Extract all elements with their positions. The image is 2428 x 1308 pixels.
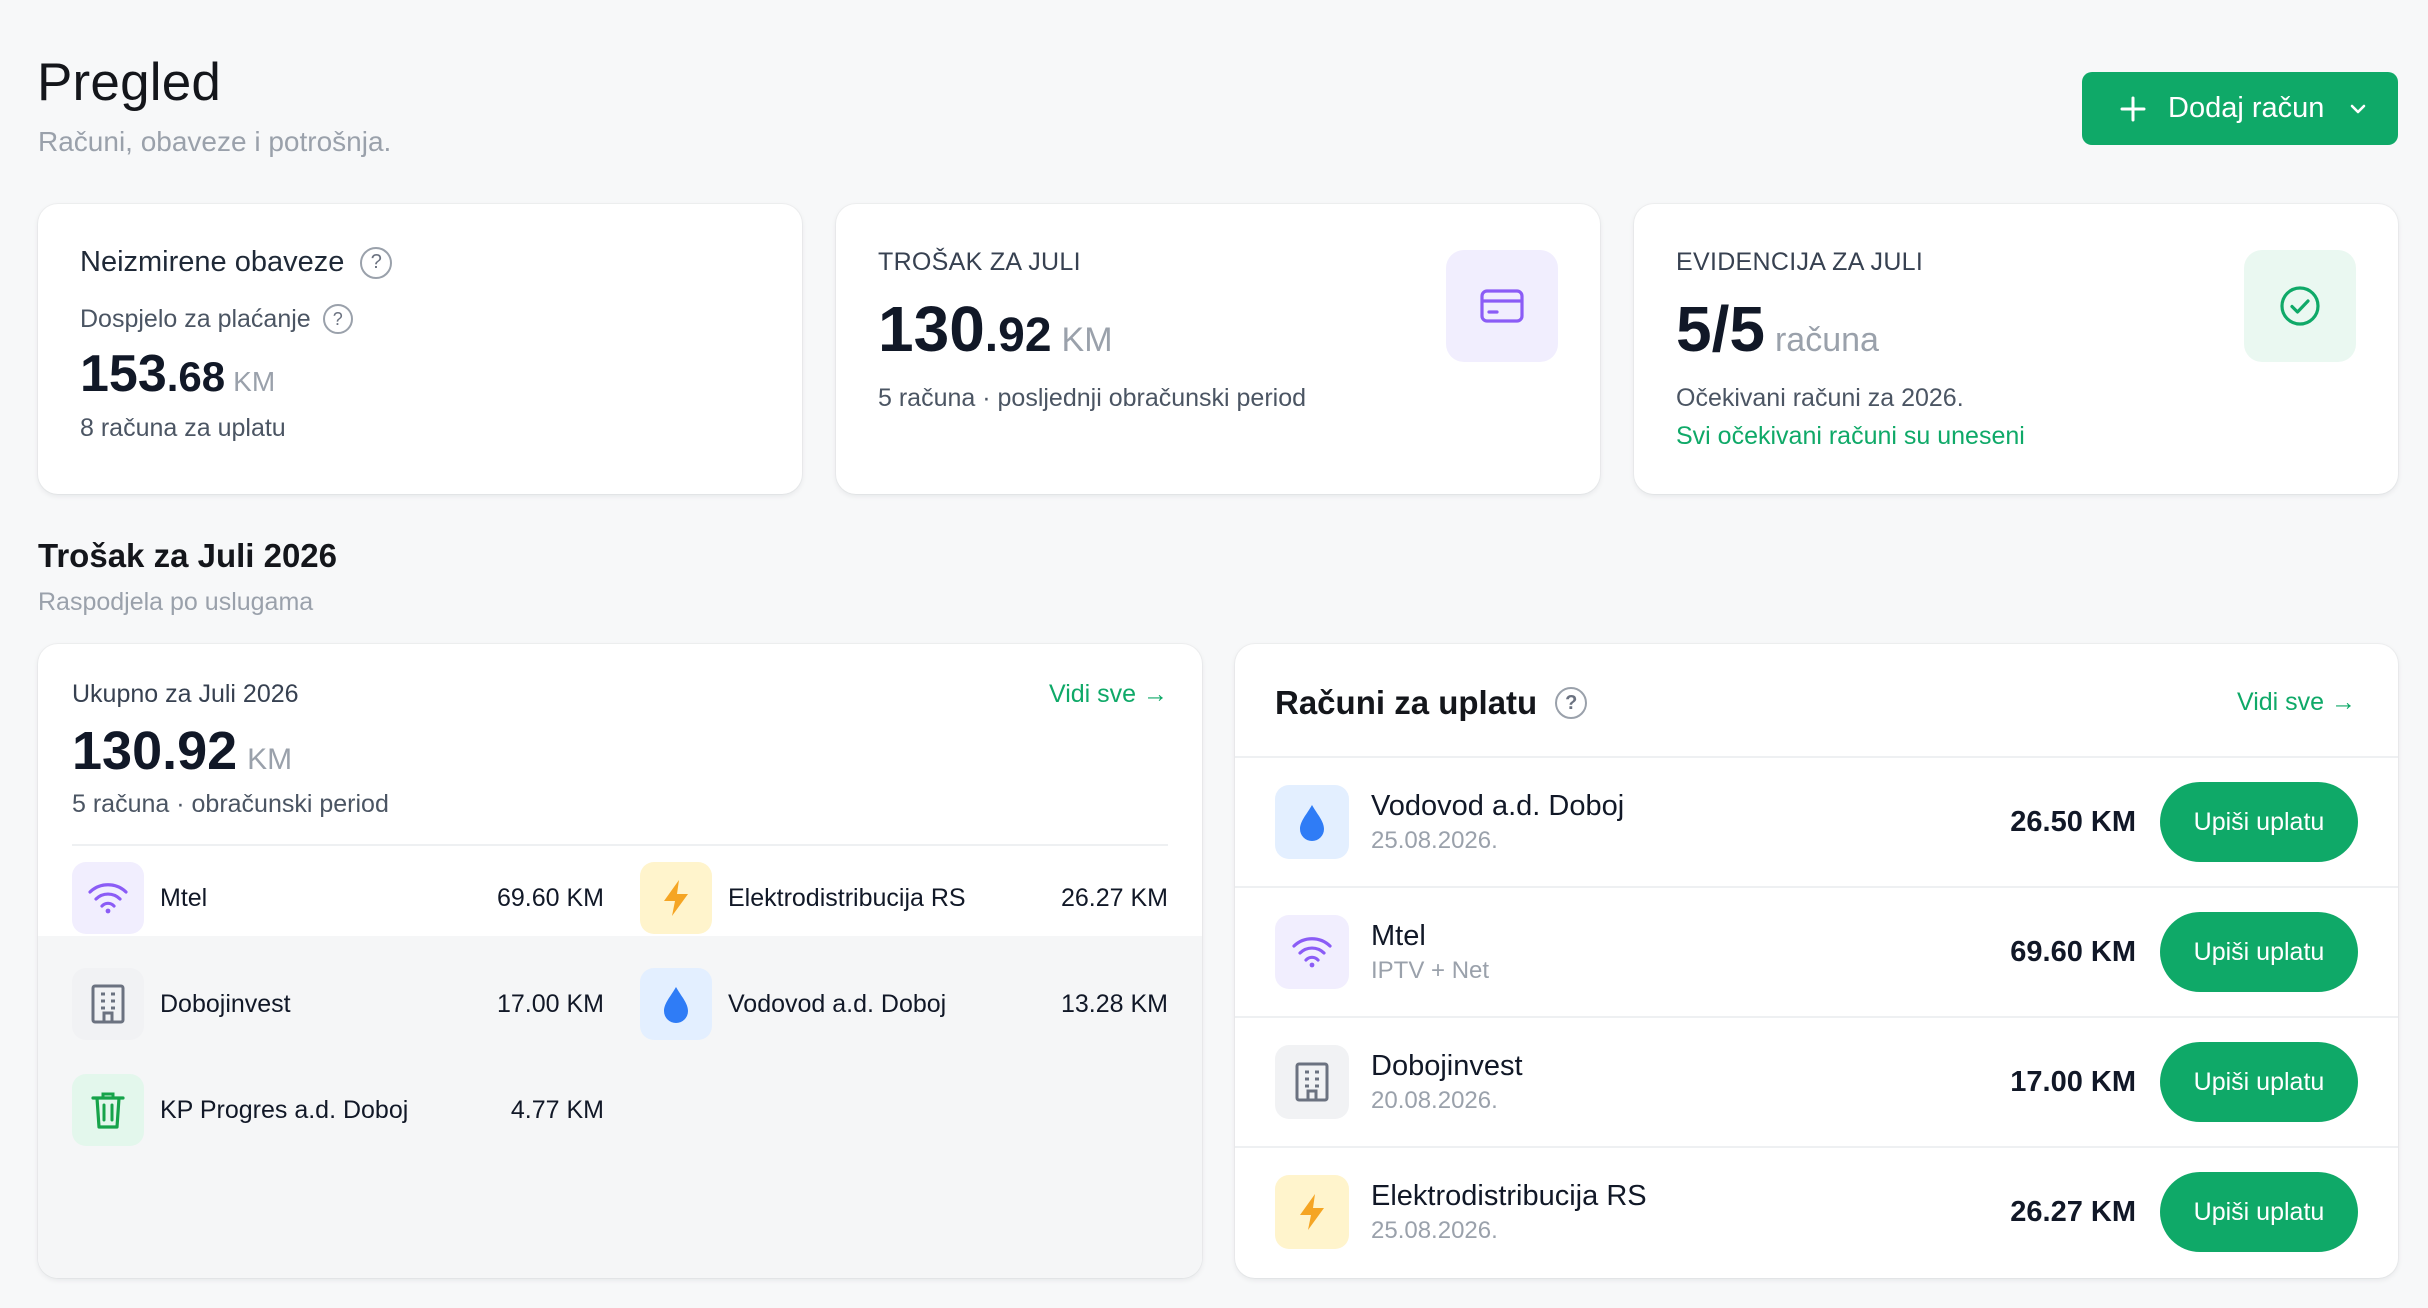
cost-sub: 5 računa · posljednji obračunski period	[878, 384, 1307, 412]
pay-button[interactable]: Upiši uplatu	[2160, 782, 2358, 862]
service-item[interactable]: Mtel 69.60 KM	[72, 862, 604, 934]
add-bill-label: Dodaj račun	[2168, 92, 2325, 124]
building-icon	[72, 968, 144, 1040]
bill-info: Vodovod a.d. Doboj 25.08.2026.	[1371, 790, 2010, 855]
amount-dec: .92	[984, 309, 1052, 362]
service-item[interactable]: Dobojinvest 17.00 KM	[72, 968, 604, 1040]
bill-row: Elektrodistribucija RS 25.08.2026. 26.27…	[1235, 1146, 2398, 1276]
pay-button[interactable]: Upiši uplatu	[2160, 912, 2358, 992]
service-value: 69.60 KM	[496, 883, 604, 912]
service-name: Elektrodistribucija RS	[728, 883, 966, 912]
lightning-icon	[640, 862, 712, 934]
view-all-link[interactable]: Vidi sve →	[2237, 688, 2356, 717]
bill-row: Dobojinvest 20.08.2026. 17.00 KM Upiši u…	[1235, 1016, 2398, 1146]
cost-label: TROŠAK ZA JULI	[878, 248, 1081, 276]
bill-name: Mtel	[1371, 919, 1426, 952]
due-label: Dospjelo za plaćanje	[80, 304, 311, 333]
bill-row: Vodovod a.d. Doboj 25.08.2026. 26.50 KM …	[1235, 756, 2398, 886]
add-bill-button[interactable]: Dodaj račun	[2082, 72, 2398, 145]
records-status: Svi očekivani računi su uneseni	[1676, 422, 2025, 450]
amount-int: 153	[80, 345, 167, 403]
amount-dec: .68	[166, 353, 226, 400]
bills-title: Računi za uplatu	[1275, 684, 1538, 721]
divider	[72, 844, 1168, 846]
bill-detail: 20.08.2026.	[1371, 1086, 1498, 1114]
lightning-icon	[1275, 1175, 1349, 1249]
bill-info: Dobojinvest 20.08.2026.	[1371, 1050, 2010, 1115]
bill-amount: 26.50 KM	[2010, 805, 2136, 838]
check-circle-icon	[2244, 250, 2356, 362]
cost-amount: 130.92 KM	[878, 292, 1113, 366]
records-count: 5/5	[1676, 293, 1765, 365]
currency: KM	[1061, 321, 1113, 359]
currency: KM	[247, 743, 293, 776]
bill-info: Elektrodistribucija RS 25.08.2026.	[1371, 1180, 2010, 1245]
service-name: Vodovod a.d. Doboj	[728, 989, 947, 1018]
bill-name: Dobojinvest	[1371, 1049, 1523, 1082]
cost-card: TROŠAK ZA JULI 130.92 KM 5 računa · poslj…	[836, 204, 1600, 494]
plus-icon	[2116, 92, 2150, 126]
service-item[interactable]: Elektrodistribucija RS 26.27 KM	[640, 862, 1168, 934]
breakdown-sub: 5 računa · obračunski period	[72, 790, 389, 818]
outstanding-amount: 153.68 KM	[80, 344, 275, 404]
service-item[interactable]: Vodovod a.d. Doboj 13.28 KM	[640, 968, 1168, 1040]
bill-detail: 25.08.2026.	[1371, 826, 1498, 854]
service-value: 4.77 KM	[510, 1095, 604, 1124]
bill-detail: IPTV + Net	[1371, 956, 1490, 984]
bill-amount: 69.60 KM	[2010, 935, 2136, 968]
chevron-down-icon	[2348, 99, 2368, 119]
section-subtitle: Raspodjela po uslugama	[38, 588, 314, 616]
outstanding-count: 8 računa za uplatu	[80, 414, 286, 442]
bills-card: Računi za uplatu ? Vidi sve → Vodovod a.…	[1235, 644, 2398, 1278]
bill-amount: 26.27 KM	[2010, 1195, 2136, 1228]
service-name: KP Progres a.d. Doboj	[160, 1095, 409, 1124]
service-item[interactable]: KP Progres a.d. Doboj 4.77 KM	[72, 1074, 604, 1146]
page-title: Pregled	[37, 53, 222, 112]
trash-icon	[72, 1074, 144, 1146]
records-card: EVIDENCIJA ZA JULI 5/5 računa Očekivani r…	[1634, 204, 2398, 494]
outstanding-title-row: Neizmirene obaveze ?	[80, 246, 393, 279]
bill-name: Elektrodistribucija RS	[1371, 1179, 1647, 1212]
due-row: Dospjelo za plaćanje ?	[80, 304, 353, 334]
pay-button[interactable]: Upiši uplatu	[2160, 1042, 2358, 1122]
breakdown-amount: 130.92 KM	[72, 720, 292, 782]
bill-detail: 25.08.2026.	[1371, 1216, 1498, 1244]
wifi-icon	[72, 862, 144, 934]
section-title: Trošak za Juli 2026	[38, 537, 338, 574]
service-value: 17.00 KM	[496, 989, 604, 1018]
service-value: 26.27 KM	[1060, 883, 1168, 912]
pay-button[interactable]: Upiši uplatu	[2160, 1172, 2358, 1252]
water-drop-icon	[640, 968, 712, 1040]
bill-info: Mtel IPTV + Net	[1371, 920, 2010, 985]
bill-name: Vodovod a.d. Doboj	[1371, 789, 1625, 822]
help-icon[interactable]: ?	[322, 304, 353, 334]
page-subtitle: Računi, obaveze i potrošnja.	[38, 126, 392, 157]
amount-value: 130.92	[72, 721, 238, 781]
bill-amount: 17.00 KM	[2010, 1065, 2136, 1098]
view-all-link[interactable]: Vidi sve →	[1049, 680, 1168, 709]
amount-int: 130	[878, 293, 985, 365]
wifi-icon	[1275, 915, 1349, 989]
records-label: EVIDENCIJA ZA JULI	[1676, 248, 1924, 276]
service-name: Dobojinvest	[160, 989, 291, 1018]
breakdown-label: Ukupno za Juli 2026	[72, 680, 299, 708]
bill-row: Mtel IPTV + Net 69.60 KM Upiši uplatu	[1235, 886, 2398, 1016]
records-sub: Očekivani računi za 2026.	[1676, 384, 1964, 412]
building-icon	[1275, 1045, 1349, 1119]
water-drop-icon	[1275, 785, 1349, 859]
wallet-icon	[1446, 250, 1558, 362]
records-value: 5/5 računa	[1676, 292, 1879, 366]
service-value: 13.28 KM	[1060, 989, 1168, 1018]
breakdown-card: Ukupno za Juli 2026 Vidi sve → 130.92 KM …	[38, 644, 1202, 1278]
bills-title-row: Računi za uplatu ?	[1275, 684, 1588, 722]
help-icon[interactable]: ?	[1555, 687, 1588, 719]
outstanding-card: Neizmirene obaveze ? Dospjelo za plaćanj…	[38, 204, 802, 494]
service-name: Mtel	[160, 883, 208, 912]
currency: KM	[233, 366, 276, 397]
records-unit: računa	[1774, 321, 1879, 359]
outstanding-title: Neizmirene obaveze	[80, 246, 345, 278]
help-icon[interactable]: ?	[360, 246, 393, 279]
